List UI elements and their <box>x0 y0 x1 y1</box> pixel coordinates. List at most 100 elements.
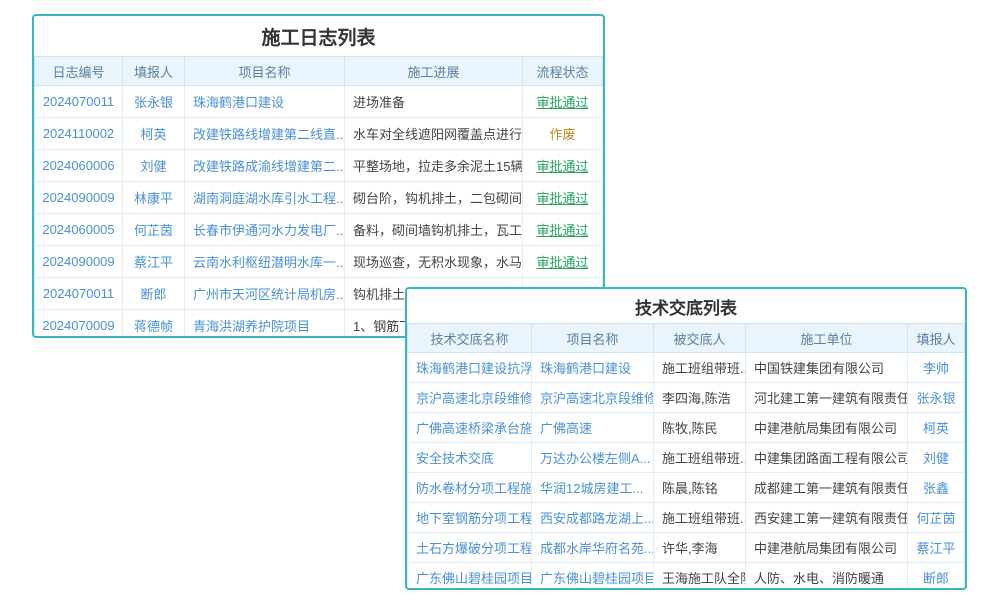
project-link[interactable]: 成都水岸华府名苑... <box>532 533 654 563</box>
reporter-link[interactable]: 蒋德帧 <box>123 310 185 339</box>
reporter-link[interactable]: 张永银 <box>908 383 965 413</box>
table-row: 广东佛山碧桂园项目... 广东佛山碧桂园项目 王海施工队全队 人防、水电、消防暖… <box>408 563 965 591</box>
table-row: 广佛高速桥梁承台施... 广佛高速 陈牧,陈民 中建港航局集团有限公司 柯英 <box>408 413 965 443</box>
progress-text: 现场巡查，无积水现象，水马... <box>345 246 523 278</box>
table-row: 土石方爆破分项工程... 成都水岸华府名苑... 许华,李海 中建港航局集团有限… <box>408 533 965 563</box>
reporter-link[interactable]: 刘健 <box>123 150 185 182</box>
disclosure-name-link[interactable]: 防水卷材分项工程施... <box>408 473 532 503</box>
project-link[interactable]: 青海洪湖养护院项目 <box>185 310 345 339</box>
column-header-project: 项目名称 <box>185 57 345 86</box>
log-id-link[interactable]: 2024110002 <box>35 118 123 150</box>
table-row: 防水卷材分项工程施... 华润12城房建工... 陈晨,陈铭 成都建工第一建筑有… <box>408 473 965 503</box>
project-link[interactable]: 改建铁路成渝线增建第二... <box>185 150 345 182</box>
reporter-link[interactable]: 蔡江平 <box>908 533 965 563</box>
project-link[interactable]: 京沪高速北京段维修 <box>532 383 654 413</box>
project-link[interactable]: 西安成都路龙湖上... <box>532 503 654 533</box>
column-header-project: 项目名称 <box>532 324 654 353</box>
log-id-link[interactable]: 2024090009 <box>35 246 123 278</box>
project-link[interactable]: 广佛高速 <box>532 413 654 443</box>
table-row: 2024090009 蔡江平 云南水利枢纽潜明水库一... 现场巡查，无积水现象… <box>35 246 603 278</box>
disclosee-text: 李四海,陈浩 <box>654 383 746 413</box>
unit-text: 中建港航局集团有限公司 <box>746 533 908 563</box>
disclosure-name-link[interactable]: 珠海鹤港口建设抗浮... <box>408 353 532 383</box>
disclosure-name-link[interactable]: 广佛高速桥梁承台施... <box>408 413 532 443</box>
status-badge[interactable]: 审批通过 <box>523 150 603 182</box>
reporter-link[interactable]: 蔡江平 <box>123 246 185 278</box>
status-badge: 作废 <box>523 118 603 150</box>
column-header-reporter: 填报人 <box>123 57 185 86</box>
table-row: 2024060005 何芷茵 长春市伊通河水力发电厂... 备料，砌间墙钩机排土… <box>35 214 603 246</box>
unit-text: 中建港航局集团有限公司 <box>746 413 908 443</box>
table-row: 京沪高速北京段维修... 京沪高速北京段维修 李四海,陈浩 河北建工第一建筑有限… <box>408 383 965 413</box>
status-badge[interactable]: 审批通过 <box>523 86 603 118</box>
reporter-link[interactable]: 刘健 <box>908 443 965 473</box>
technical-disclosure-panel: 技术交底列表 技术交底名称 项目名称 被交底人 施工单位 填报人 珠海鹤港口建设… <box>405 287 967 590</box>
log-id-link[interactable]: 2024060005 <box>35 214 123 246</box>
table-row: 安全技术交底 万达办公楼左侧A... 施工班组带班... 中建集团路面工程有限公… <box>408 443 965 473</box>
column-header-disclosure-name: 技术交底名称 <box>408 324 532 353</box>
disclosee-text: 陈牧,陈民 <box>654 413 746 443</box>
reporter-link[interactable]: 张永银 <box>123 86 185 118</box>
disclosee-text: 王海施工队全队 <box>654 563 746 591</box>
reporter-link[interactable]: 李帅 <box>908 353 965 383</box>
unit-text: 中国铁建集团有限公司 <box>746 353 908 383</box>
disclosee-text: 施工班组带班... <box>654 353 746 383</box>
disclosure-name-link[interactable]: 安全技术交底 <box>408 443 532 473</box>
reporter-link[interactable]: 断郎 <box>123 278 185 310</box>
construction-log-title: 施工日志列表 <box>34 16 603 56</box>
progress-text: 水车对全线遮阳网覆盖点进行... <box>345 118 523 150</box>
disclosure-name-link[interactable]: 广东佛山碧桂园项目... <box>408 563 532 591</box>
reporter-link[interactable]: 柯英 <box>123 118 185 150</box>
table-row: 2024110002 柯英 改建铁路线增建第二线直... 水车对全线遮阳网覆盖点… <box>35 118 603 150</box>
project-link[interactable]: 珠海鹤港口建设 <box>185 86 345 118</box>
project-link[interactable]: 华润12城房建工... <box>532 473 654 503</box>
unit-text: 河北建工第一建筑有限责任公司 <box>746 383 908 413</box>
project-link[interactable]: 湖南洞庭湖水库引水工程... <box>185 182 345 214</box>
table-row: 2024090009 林康平 湖南洞庭湖水库引水工程... 砌台阶，钩机排土，二… <box>35 182 603 214</box>
reporter-link[interactable]: 张鑫 <box>908 473 965 503</box>
progress-text: 砌台阶，钩机排土，二包砌间... <box>345 182 523 214</box>
log-id-link[interactable]: 2024070011 <box>35 278 123 310</box>
status-badge[interactable]: 审批通过 <box>523 214 603 246</box>
disclosure-name-link[interactable]: 地下室钢筋分项工程... <box>408 503 532 533</box>
column-header-disclosee: 被交底人 <box>654 324 746 353</box>
reporter-link[interactable]: 林康平 <box>123 182 185 214</box>
technical-disclosure-title: 技术交底列表 <box>407 289 965 323</box>
unit-text: 西安建工第一建筑有限责任公司 <box>746 503 908 533</box>
log-id-link[interactable]: 2024090009 <box>35 182 123 214</box>
unit-text: 成都建工第一建筑有限责任公司 <box>746 473 908 503</box>
column-header-progress: 施工进展 <box>345 57 523 86</box>
project-link[interactable]: 万达办公楼左侧A... <box>532 443 654 473</box>
disclosure-name-link[interactable]: 京沪高速北京段维修... <box>408 383 532 413</box>
table-row: 珠海鹤港口建设抗浮... 珠海鹤港口建设 施工班组带班... 中国铁建集团有限公… <box>408 353 965 383</box>
unit-text: 人防、水电、消防暖通 <box>746 563 908 591</box>
column-header-unit: 施工单位 <box>746 324 908 353</box>
reporter-link[interactable]: 何芷茵 <box>908 503 965 533</box>
reporter-link[interactable]: 何芷茵 <box>123 214 185 246</box>
table-row: 地下室钢筋分项工程... 西安成都路龙湖上... 施工班组带班... 西安建工第… <box>408 503 965 533</box>
progress-text: 平整场地，拉走多余泥土15辆... <box>345 150 523 182</box>
table-row: 2024070011 张永银 珠海鹤港口建设 进场准备 审批通过 <box>35 86 603 118</box>
project-link[interactable]: 改建铁路线增建第二线直... <box>185 118 345 150</box>
log-id-link[interactable]: 2024070011 <box>35 86 123 118</box>
reporter-link[interactable]: 柯英 <box>908 413 965 443</box>
project-link[interactable]: 云南水利枢纽潜明水库一... <box>185 246 345 278</box>
reporter-link[interactable]: 断郎 <box>908 563 965 591</box>
log-id-link[interactable]: 2024070009 <box>35 310 123 339</box>
column-header-log-id: 日志编号 <box>35 57 123 86</box>
status-badge[interactable]: 审批通过 <box>523 246 603 278</box>
disclosee-text: 许华,李海 <box>654 533 746 563</box>
header-row: 技术交底名称 项目名称 被交底人 施工单位 填报人 <box>408 324 965 353</box>
project-link[interactable]: 珠海鹤港口建设 <box>532 353 654 383</box>
project-link[interactable]: 广州市天河区统计局机房... <box>185 278 345 310</box>
progress-text: 备料，砌间墙钩机排土，瓦工... <box>345 214 523 246</box>
table-row: 2024060006 刘健 改建铁路成渝线增建第二... 平整场地，拉走多余泥土… <box>35 150 603 182</box>
disclosee-text: 施工班组带班... <box>654 443 746 473</box>
project-link[interactable]: 长春市伊通河水力发电厂... <box>185 214 345 246</box>
disclosure-name-link[interactable]: 土石方爆破分项工程... <box>408 533 532 563</box>
project-link[interactable]: 广东佛山碧桂园项目 <box>532 563 654 591</box>
disclosee-text: 陈晨,陈铭 <box>654 473 746 503</box>
progress-text: 进场准备 <box>345 86 523 118</box>
log-id-link[interactable]: 2024060006 <box>35 150 123 182</box>
status-badge[interactable]: 审批通过 <box>523 182 603 214</box>
